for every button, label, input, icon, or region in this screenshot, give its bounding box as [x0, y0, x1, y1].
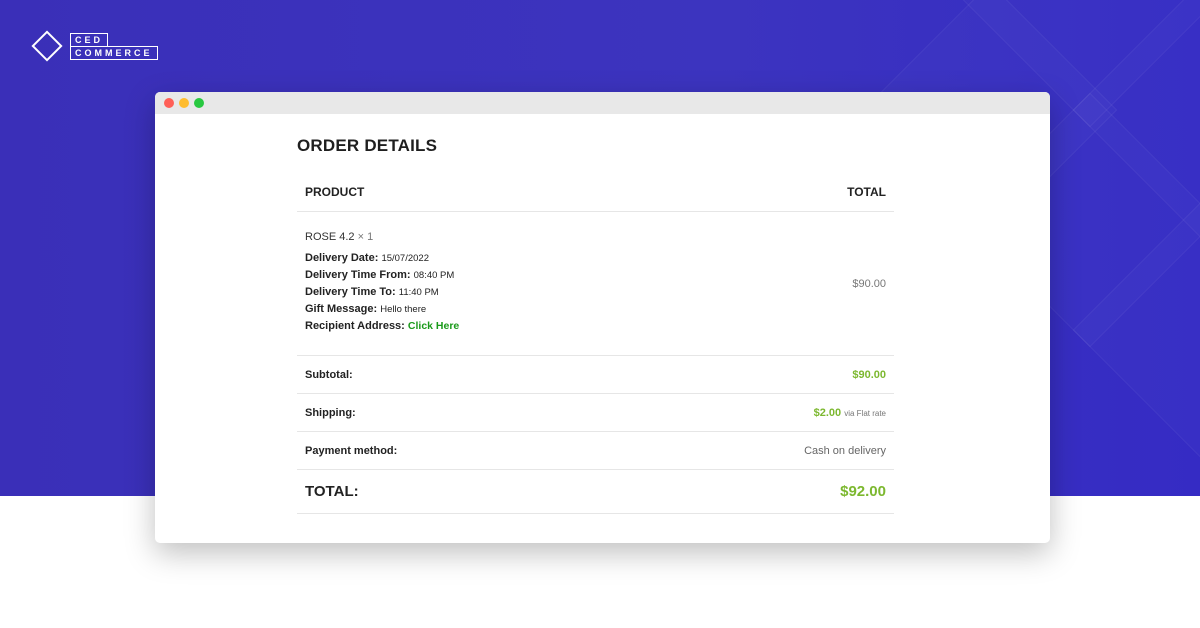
logo-text-ced: CED — [70, 32, 108, 46]
shipping-note: via Flat rate — [844, 408, 886, 418]
window-titlebar — [155, 92, 1050, 114]
cedcommerce-logo: CED COMMERCE — [31, 30, 158, 62]
meta-recipient-address: Recipient Address: Click Here — [305, 319, 460, 332]
total-row: TOTAL: $92.00 — [297, 470, 894, 514]
shipping-label: Shipping: — [305, 406, 356, 419]
product-name: ROSE 4.2 × 1 — [305, 230, 374, 243]
subtotal-value: $90.00 — [852, 368, 886, 381]
payment-label: Payment method: — [305, 444, 398, 457]
total-label: TOTAL: — [305, 483, 359, 500]
total-value: $92.00 — [840, 483, 886, 500]
meta-delivery-time-from: Delivery Time From: 08:40 PM — [305, 268, 455, 281]
recipient-address-link[interactable]: Click Here — [408, 320, 459, 332]
logo-mark-icon — [31, 30, 63, 62]
close-dot-icon[interactable] — [164, 98, 174, 108]
table-row: ROSE 4.2 × 1 Delivery Date: 15/07/2022 D… — [297, 212, 894, 356]
page-title: ORDER DETAILS — [297, 136, 438, 155]
shipping-row: Shipping: $2.00 via Flat rate — [297, 394, 894, 432]
table-header: PRODUCT TOTAL — [297, 172, 894, 212]
browser-window: ORDER DETAILS PRODUCT TOTAL ROSE 4.2 × 1… — [155, 92, 1050, 543]
payment-value: Cash on delivery — [804, 444, 886, 457]
subtotal-label: Subtotal: — [305, 368, 353, 381]
logo-text-commerce: COMMERCE — [70, 45, 158, 60]
minimize-dot-icon[interactable] — [179, 98, 189, 108]
column-total: TOTAL — [847, 184, 886, 199]
subtotal-row: Subtotal: $90.00 — [297, 356, 894, 394]
meta-delivery-date: Delivery Date: 15/07/2022 — [305, 251, 429, 264]
shipping-value: $2.00 — [813, 406, 842, 419]
product-price: $90.00 — [852, 277, 886, 290]
column-product: PRODUCT — [305, 184, 365, 199]
maximize-dot-icon[interactable] — [194, 98, 204, 108]
payment-row: Payment method: Cash on delivery — [297, 432, 894, 470]
meta-gift-message: Gift Message: Hello there — [305, 302, 427, 315]
order-details: ORDER DETAILS PRODUCT TOTAL ROSE 4.2 × 1… — [297, 136, 894, 514]
product-qty: × 1 — [357, 230, 374, 243]
meta-delivery-time-to: Delivery Time To: 11:40 PM — [305, 285, 439, 298]
